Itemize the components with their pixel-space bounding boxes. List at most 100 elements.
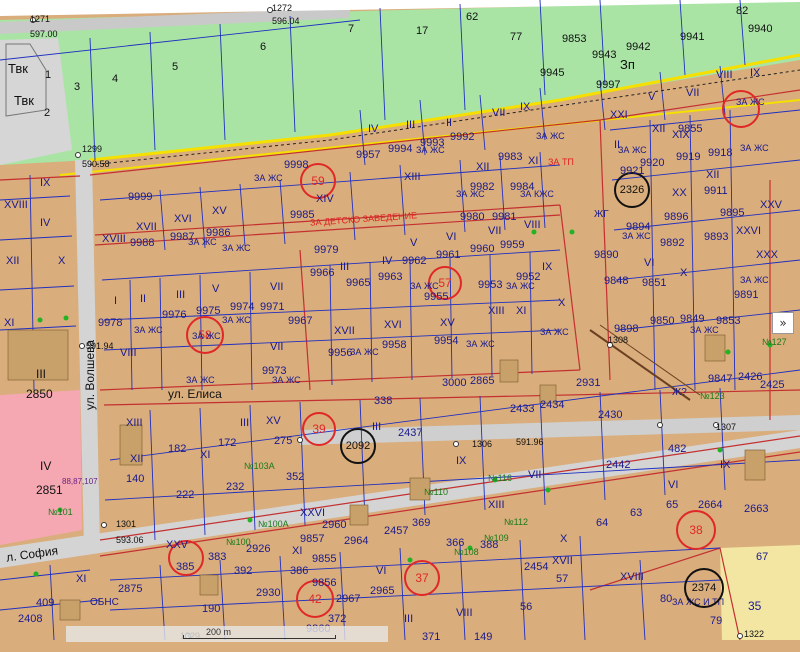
roman-label: XII [476,161,490,173]
owner-label: ЗА ЖС [690,325,719,335]
scale-bar-label: 200 m [206,627,232,637]
circle-2374[interactable]: 2374 [684,568,724,608]
lot-label: 2965 [370,585,395,597]
lot-label: 5 [172,61,179,73]
lot-label: 9983 [498,151,523,163]
roman-label: VII [528,469,542,481]
roman-label: XXV [166,539,189,551]
roman-label: XIII [488,499,505,511]
roman-label: XII [6,255,20,267]
lot-label: 9847 [708,373,733,385]
roman-label: XVII [136,221,157,233]
lot-label: 2434 [540,399,565,411]
lot-label: 9985 [290,209,315,221]
roman-label: XVII [334,325,355,337]
roman-label: XX [672,187,687,199]
lot-label: 383 [208,551,227,563]
lot-label: 9958 [382,339,407,351]
roman-label: III [36,367,47,381]
roman-label: XXV [760,199,783,211]
roman-label: VI [644,257,655,269]
roman-label: XXVI [736,225,762,237]
circle-38[interactable]: 38 [676,510,716,550]
ref-1322: 1322 [744,629,765,639]
parcel-numbers: 88,87,107 [62,477,98,486]
roman-label: XXVI [300,507,326,519]
circle-39[interactable]: 39 [302,412,336,446]
roman-label: VII [270,281,284,293]
lot-label: 9980 [460,211,485,223]
roman-label: XI [516,305,527,317]
zone-zh-2: Ж? [672,387,687,398]
lot-label: 2408 [18,613,43,625]
lot-label: 352 [286,471,305,483]
circle-top-right[interactable] [722,90,760,128]
roman-label: III [404,613,414,625]
roman-label: III [176,289,186,301]
roman-label: XV [440,317,455,329]
lot-label: 2931 [576,377,601,389]
zone-tbk-2: Твк [14,93,34,108]
lot-label: 9966 [310,267,335,279]
ref-1307: 1307 [716,422,737,432]
lot-label: 6 [260,41,267,53]
roman-label: IX [456,455,467,467]
owner-label: ЗА ЖС [740,143,769,153]
lot-label: 9892 [660,237,685,249]
lot-label: 9974 [230,301,255,313]
owner-label: ЗА ЖС [622,231,651,241]
circle-2092[interactable]: 2092 [340,428,376,464]
roman-label: VII [488,225,502,237]
ref-1272-elev: 596.04 [272,16,300,26]
lot-label: 2850 [26,387,53,401]
cadastral-map[interactable]: Твк Твк Зп ЗА ТП ЗА ДЕТСКО ЗАВЕДЕНИЕ ОБН… [0,0,800,652]
roman-label: X [58,255,66,267]
lot-label: 9957 [356,149,381,161]
roman-label: XVIII [620,571,644,583]
street-elisa: ул. Елиса [168,387,222,401]
roman-label: III [406,119,416,131]
owner-label: ЗА КЖС [520,189,554,199]
circle-37[interactable]: 37 [404,560,440,596]
lot-label: 9975 [196,305,221,317]
ref-1305-elev: 591.94 [86,341,114,351]
lot-label: 172 [218,437,237,449]
roman-label: XIII [404,171,421,183]
lot-label: 82 [736,5,749,17]
roman-label: XI [292,545,303,557]
lot-label: 9898 [614,323,639,335]
roman-label: XIV [316,193,334,205]
roman-label: VIII [120,347,137,359]
roman-label: VIII [456,607,473,619]
lot-label: 385 [176,561,195,573]
owner-label: ЗА ЖС [506,281,535,291]
lot-label: 275 [274,435,293,447]
lot-label: 2430 [598,409,623,421]
lot-label: 9850 [650,315,675,327]
lot-label: 409 [36,597,55,609]
owner-label: ЗА ЖС [222,315,251,325]
lot-label: 4 [112,73,119,85]
green-label: №108 [454,547,479,557]
lot-label: 2865 [470,375,495,387]
circle-2326[interactable]: 2326 [614,172,650,208]
roman-label: X [558,297,566,309]
roman-label: XVII [552,555,573,567]
lot-label: 9895 [720,207,745,219]
lot-label: 9963 [378,271,403,283]
roman-label: VI [376,565,387,577]
expand-button[interactable]: » [772,312,794,334]
roman-label: IX [520,101,531,113]
lot-label: 2663 [744,503,769,515]
lot-label: 9851 [642,277,667,289]
green-label: №112 [504,517,529,527]
lot-label: 9988 [130,237,155,249]
owner-label: ЗА ЖС [536,131,565,141]
lot-label: 482 [668,443,687,455]
lot-label: 67 [756,551,769,563]
roman-label: XVI [174,213,192,225]
green-label: №101 [48,507,73,517]
roman-label: IV [40,459,52,473]
owner-label: ЗА ЖС [736,97,765,107]
ref-1301: 1301 [116,519,137,529]
